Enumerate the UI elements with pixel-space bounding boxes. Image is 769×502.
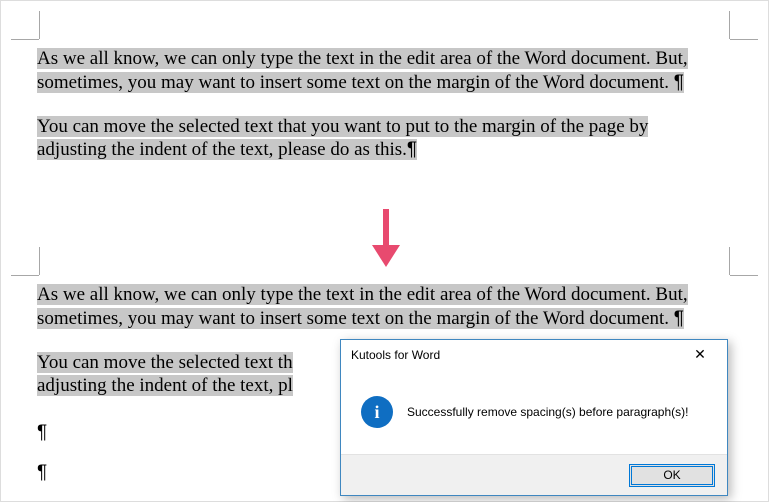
para2-line2: adjusting the indent of the text, please… [37, 139, 417, 160]
para2-line1: You can move the selected text that you … [37, 116, 648, 137]
close-icon[interactable]: ✕ [681, 343, 719, 367]
arrow-down-icon [1, 205, 769, 276]
para1-line2: sometimes, you may want to insert some t… [37, 72, 684, 93]
ok-button[interactable]: OK [629, 464, 715, 487]
message-dialog: Kutools for Word ✕ i Successfully remove… [340, 339, 728, 496]
pilcrow-icon: ¶ [37, 461, 47, 485]
para1-line1: As we all know, we can only type the tex… [37, 48, 688, 69]
pilcrow-icon: ¶ [674, 308, 684, 329]
info-icon: i [361, 396, 393, 428]
para2-line2-clipped: adjusting the indent of the text, pl [37, 375, 293, 396]
pilcrow-icon: ¶ [37, 421, 47, 445]
dialog-message: Successfully remove spacing(s) before pa… [407, 405, 688, 420]
pilcrow-icon: ¶ [674, 72, 684, 93]
document-before: As we all know, we can only type the tex… [37, 47, 737, 162]
pilcrow-icon: ¶ [407, 139, 417, 160]
para2-line1-clipped: You can move the selected text th [37, 352, 293, 373]
dialog-title-text: Kutools for Word [351, 348, 440, 363]
para1-line1: As we all know, we can only type the tex… [37, 284, 688, 305]
para1-line2: sometimes, you may want to insert some t… [37, 308, 684, 329]
dialog-titlebar[interactable]: Kutools for Word ✕ [341, 340, 727, 370]
